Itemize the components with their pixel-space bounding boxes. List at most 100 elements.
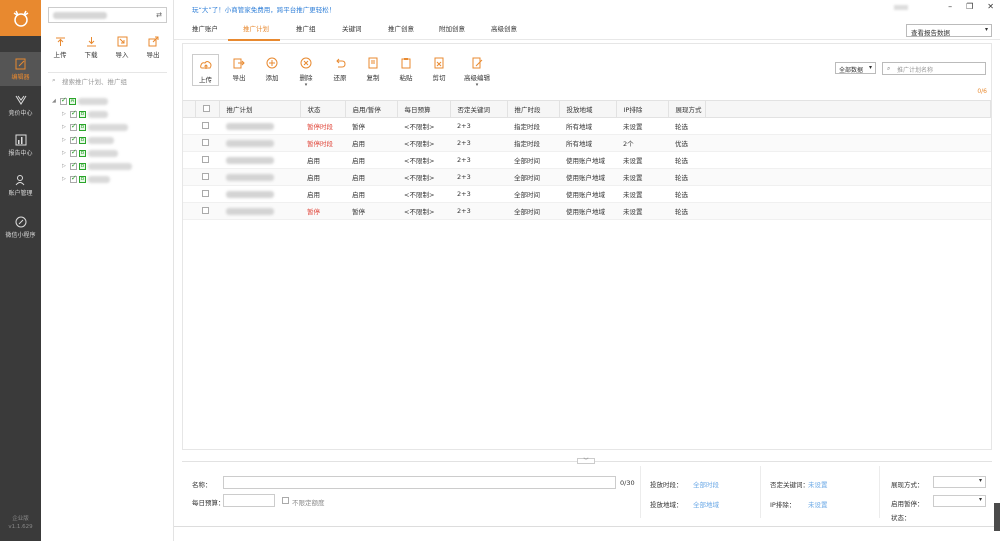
negative-keywords-link[interactable]: 未设置 xyxy=(808,479,828,489)
tree-checkbox[interactable] xyxy=(70,174,77,183)
ip-exclude-cell[interactable]: 未设置 xyxy=(616,168,668,186)
col-display-mode[interactable]: 展现方式 xyxy=(668,100,706,118)
schedule-cell[interactable]: 全部时间 xyxy=(507,168,559,186)
plan-name-cell[interactable] xyxy=(219,151,300,169)
advanced-edit-button[interactable]: 高级编辑 ▾ xyxy=(461,57,493,88)
tree-checkbox[interactable] xyxy=(70,161,77,170)
negative-keywords-cell[interactable]: 2+3 xyxy=(450,202,507,220)
table-row[interactable]: 暂停时段 启用 <不限制> 2+3 指定时段 所有地域 2个 优选 xyxy=(183,134,991,152)
negative-keywords-cell[interactable]: 2+3 xyxy=(450,168,507,186)
display-mode-cell[interactable]: 轮选 xyxy=(668,202,705,220)
plan-name-cell[interactable] xyxy=(219,117,300,135)
panel-download-button[interactable]: 下载 xyxy=(79,36,103,59)
ip-exclude-cell[interactable]: 未设置 xyxy=(616,151,668,169)
toggle-cell[interactable]: 启用 xyxy=(345,185,397,203)
tab-group[interactable]: 推广组 xyxy=(296,23,316,33)
report-data-select[interactable]: 查看报告数据 ▾ xyxy=(906,24,992,37)
negative-keywords-cell[interactable]: 2+3 xyxy=(450,117,507,135)
rail-item-bidding[interactable]: 竞价中心 xyxy=(0,88,41,122)
region-cell[interactable]: 所有地域 xyxy=(559,117,616,135)
edge-scroll-handle[interactable] xyxy=(994,503,1000,531)
col-status[interactable]: 状态 xyxy=(300,100,346,118)
collapse-arrow-icon[interactable]: ︾ xyxy=(577,458,595,464)
panel-upload-button[interactable]: 上传 xyxy=(48,36,72,59)
delete-button[interactable]: 删除 ▾ xyxy=(293,57,319,88)
tree-item[interactable]: ▷B xyxy=(62,108,108,120)
budget-cell[interactable]: <不限制> xyxy=(397,151,450,169)
data-filter-select[interactable]: 全部数据 ▾ xyxy=(835,62,876,74)
name-input[interactable] xyxy=(223,476,616,489)
display-mode-cell[interactable]: 轮选 xyxy=(668,185,705,203)
table-row[interactable]: 暂停 暂停 <不限制> 2+3 全部时间 使用账户地域 未设置 轮选 xyxy=(183,202,991,220)
tree-item[interactable]: ▷B xyxy=(62,121,128,133)
unlimited-checkbox[interactable] xyxy=(282,497,289,504)
account-select[interactable]: ⇄ xyxy=(48,7,167,23)
row-checkbox[interactable] xyxy=(202,172,209,180)
budget-cell[interactable]: <不限制> xyxy=(397,202,450,220)
export-button[interactable]: 导出 xyxy=(226,57,252,82)
tree-search-input[interactable]: ⌕ 搜索推广计划、推广组 xyxy=(48,72,167,86)
tab-advanced-creative[interactable]: 高级创意 xyxy=(491,23,517,33)
ip-exclude-cell[interactable]: 2个 xyxy=(616,134,668,152)
table-row[interactable]: 暂停时段 暂停 <不限制> 2+3 指定时段 所有地域 未设置 轮选 xyxy=(183,117,991,135)
region-cell[interactable]: 所有地域 xyxy=(559,134,616,152)
ip-exclude-link[interactable]: 未设置 xyxy=(808,499,828,509)
budget-cell[interactable]: <不限制> xyxy=(397,185,450,203)
table-row[interactable]: 启用 启用 <不限制> 2+3 全部时间 使用账户地域 未设置 轮选 xyxy=(183,168,991,186)
tree-item[interactable]: ▷B xyxy=(62,173,110,185)
panel-splitter[interactable]: ︾ xyxy=(182,458,992,464)
table-row[interactable]: 启用 启用 <不限制> 2+3 全部时间 使用账户地域 未设置 轮选 xyxy=(183,151,991,169)
tree-item[interactable]: ▷B xyxy=(62,147,118,159)
col-region[interactable]: 投放地域 xyxy=(559,100,617,118)
budget-cell[interactable]: <不限制> xyxy=(397,168,450,186)
schedule-cell[interactable]: 全部时间 xyxy=(507,151,559,169)
budget-cell[interactable]: <不限制> xyxy=(397,134,450,152)
promo-notice-link[interactable]: 玩“大”了！小商管家免费用，跨平台推广更轻松！ xyxy=(192,4,335,14)
display-mode-cell[interactable]: 轮选 xyxy=(668,168,705,186)
col-negative-keywords[interactable]: 否定关键词 xyxy=(450,100,508,118)
display-mode-cell[interactable]: 轮选 xyxy=(668,117,705,135)
rail-item-report[interactable]: 报告中心 xyxy=(0,128,41,162)
region-cell[interactable]: 使用账户地域 xyxy=(559,202,616,220)
col-toggle[interactable]: 启用/暂停 xyxy=(345,100,398,118)
tree-checkbox[interactable] xyxy=(70,109,77,118)
cut-button[interactable]: 剪切 xyxy=(426,57,452,82)
plan-name-cell[interactable] xyxy=(219,134,300,152)
col-schedule[interactable]: 推广时段 xyxy=(507,100,560,118)
select-all-checkbox[interactable] xyxy=(202,104,210,112)
display-mode-select[interactable]: ▾ xyxy=(933,476,986,488)
expand-icon[interactable]: ▷ xyxy=(62,111,68,117)
ip-exclude-cell[interactable]: 未设置 xyxy=(616,117,668,135)
schedule-cell[interactable]: 全部时间 xyxy=(507,185,559,203)
ip-exclude-cell[interactable]: 未设置 xyxy=(616,185,668,203)
schedule-cell[interactable]: 全部时间 xyxy=(507,202,559,220)
copy-button[interactable]: 复制 xyxy=(360,57,386,82)
panel-import-button[interactable]: 导入 xyxy=(110,36,134,59)
collapse-icon[interactable]: ◢ xyxy=(52,98,58,104)
schedule-cell[interactable]: 指定时段 xyxy=(507,117,559,135)
plan-name-cell[interactable] xyxy=(219,185,300,203)
restore-button[interactable]: 还原 xyxy=(327,57,353,82)
region-link[interactable]: 全部地域 xyxy=(693,499,719,509)
tree-checkbox[interactable] xyxy=(70,122,77,131)
budget-input[interactable] xyxy=(223,494,275,507)
add-button[interactable]: 添加 xyxy=(259,57,285,82)
close-icon[interactable]: ✕ xyxy=(987,2,994,11)
row-checkbox[interactable] xyxy=(202,206,209,214)
expand-icon[interactable]: ▷ xyxy=(62,163,68,169)
tree-root[interactable]: ◢ A xyxy=(52,95,108,107)
rail-item-editor[interactable]: 编辑器 xyxy=(0,52,41,86)
panel-export-button[interactable]: 导出 xyxy=(141,36,165,59)
negative-keywords-cell[interactable]: 2+3 xyxy=(450,134,507,152)
col-plan[interactable]: 推广计划 xyxy=(219,100,301,118)
toggle-cell[interactable]: 启用 xyxy=(345,168,397,186)
tab-account[interactable]: 推广账户 xyxy=(192,23,218,33)
tree-checkbox[interactable] xyxy=(70,135,77,144)
toggle-cell[interactable]: 启用 xyxy=(345,151,397,169)
upload-button[interactable]: 上传 xyxy=(192,54,219,86)
plan-search-input[interactable]: ⌕ 推广计划名称 xyxy=(882,62,986,75)
plan-name-cell[interactable] xyxy=(219,202,300,220)
negative-keywords-cell[interactable]: 2+3 xyxy=(450,185,507,203)
table-row[interactable]: 启用 启用 <不限制> 2+3 全部时间 使用账户地域 未设置 轮选 xyxy=(183,185,991,203)
row-checkbox[interactable] xyxy=(202,138,209,146)
